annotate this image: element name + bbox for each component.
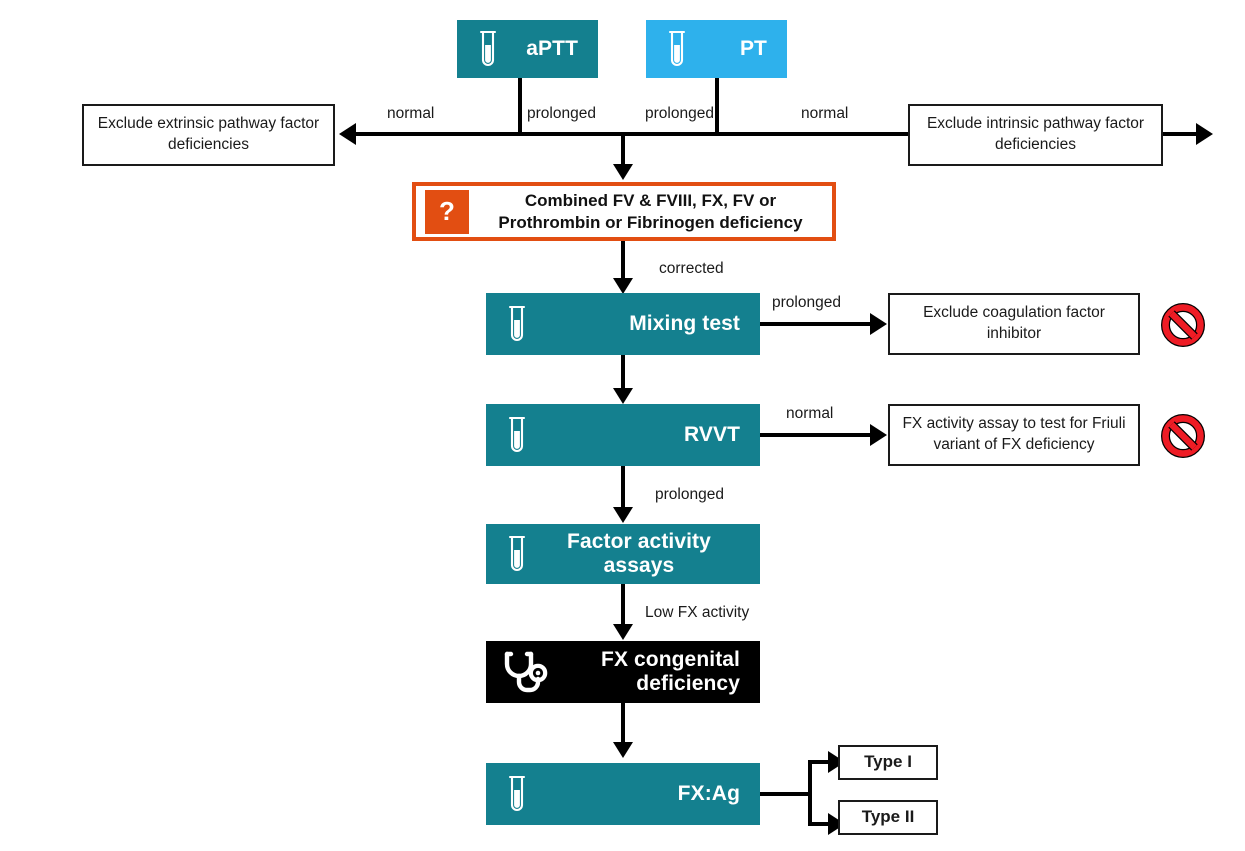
arrowhead-down-rvvt xyxy=(613,388,633,404)
test-tube-icon xyxy=(486,304,548,344)
test-tube-icon xyxy=(486,774,548,814)
arrowhead-down-congenital xyxy=(613,624,633,640)
node-exclude-intrinsic[interactable]: Exclude intrinsic pathway factor deficie… xyxy=(908,104,1163,166)
connector-aptt-down xyxy=(518,78,522,134)
node-pt-label: PT xyxy=(739,37,767,61)
connector-fxag-to-type1 xyxy=(808,760,830,764)
node-type-i[interactable]: Type I xyxy=(838,745,938,780)
connector-mixing-to-inhibitor xyxy=(760,322,872,326)
node-rvvt[interactable]: RVVT xyxy=(486,404,760,466)
node-exclude-extrinsic[interactable]: Exclude extrinsic pathway factor deficie… xyxy=(82,104,335,166)
node-fx-ag[interactable]: FX:Ag xyxy=(486,763,760,825)
arrowhead-down-mixing xyxy=(613,278,633,294)
node-type-i-label: Type I xyxy=(864,752,912,772)
node-fx-congenital-deficiency-label: FX congenital deficiency xyxy=(601,648,740,695)
test-tube-icon xyxy=(486,534,548,574)
connector-bus-to-combined xyxy=(621,132,625,168)
connector-rvvt-to-friuli xyxy=(760,433,872,437)
arrowhead-left-extrinsic xyxy=(339,123,356,145)
connector-fxag-split xyxy=(808,760,812,826)
connector-pt-down xyxy=(715,78,719,134)
edge-label-pt-prolonged: prolonged xyxy=(645,105,714,122)
node-friuli-assay-label: FX activity assay to test for Friuli var… xyxy=(902,415,1126,453)
edge-label-rvvt-prolonged: prolonged xyxy=(655,486,724,503)
node-combined-deficiency-label: Combined FV & FVIII, FX, FV or Prothromb… xyxy=(498,191,803,232)
node-type-ii-label: Type II xyxy=(861,807,915,827)
node-aptt-label: aPTT xyxy=(526,37,578,61)
arrowhead-down-combined xyxy=(613,164,633,180)
arrowhead-right-inhibitor xyxy=(870,313,887,335)
edge-label-rvvt-normal: normal xyxy=(786,405,834,422)
node-exclude-extrinsic-label: Exclude extrinsic pathway factor deficie… xyxy=(97,115,320,153)
test-tube-icon xyxy=(457,29,519,69)
stethoscope-icon xyxy=(486,649,560,695)
arrowhead-right-intrinsic xyxy=(1196,123,1213,145)
edge-label-mixing-prolonged: prolonged xyxy=(772,294,841,311)
connector-fxag-stem xyxy=(760,792,812,796)
arrowhead-down-factor xyxy=(613,507,633,523)
edge-label-aptt-prolonged: prolonged xyxy=(527,105,596,122)
node-exclude-inhibitor-label: Exclude coagulation factor inhibitor xyxy=(923,304,1105,342)
diagram-canvas: aPTT PT Exclude extrinsic pathway factor… xyxy=(0,0,1245,851)
question-badge: ? xyxy=(425,189,469,234)
node-mixing-test-label: Mixing test xyxy=(629,312,740,336)
node-factor-activity-assays-label: Factor activity assays xyxy=(567,530,711,577)
connector-fxag-to-type2 xyxy=(808,822,830,826)
node-aptt[interactable]: aPTT xyxy=(457,20,598,78)
edge-label-corrected: corrected xyxy=(659,260,724,277)
edge-label-pt-normal: normal xyxy=(801,105,849,122)
edge-label-low-fx-activity: Low FX activity xyxy=(645,604,750,621)
node-rvvt-label: RVVT xyxy=(683,423,740,447)
node-fx-congenital-deficiency[interactable]: FX congenital deficiency xyxy=(486,641,760,703)
edge-label-aptt-normal: normal xyxy=(387,105,435,122)
node-factor-activity-assays[interactable]: Factor activity assays xyxy=(486,524,760,584)
test-tube-icon xyxy=(646,29,708,69)
node-mixing-test[interactable]: Mixing test xyxy=(486,293,760,355)
arrowhead-right-friuli xyxy=(870,424,887,446)
prohibition-icon xyxy=(1161,414,1205,458)
node-type-ii[interactable]: Type II xyxy=(838,800,938,835)
node-exclude-intrinsic-label: Exclude intrinsic pathway factor deficie… xyxy=(926,115,1145,153)
node-pt[interactable]: PT xyxy=(646,20,787,78)
prohibition-icon xyxy=(1161,303,1205,347)
node-exclude-inhibitor[interactable]: Exclude coagulation factor inhibitor xyxy=(888,293,1140,355)
connector-combined-to-mixing xyxy=(621,241,625,283)
node-combined-deficiency[interactable]: ? Combined FV & FVIII, FX, FV or Prothro… xyxy=(412,182,836,241)
test-tube-icon xyxy=(486,415,548,455)
node-fx-ag-label: FX:Ag xyxy=(677,782,740,806)
arrowhead-down-fxag xyxy=(613,742,633,758)
node-friuli-assay[interactable]: FX activity assay to test for Friuli var… xyxy=(888,404,1140,466)
